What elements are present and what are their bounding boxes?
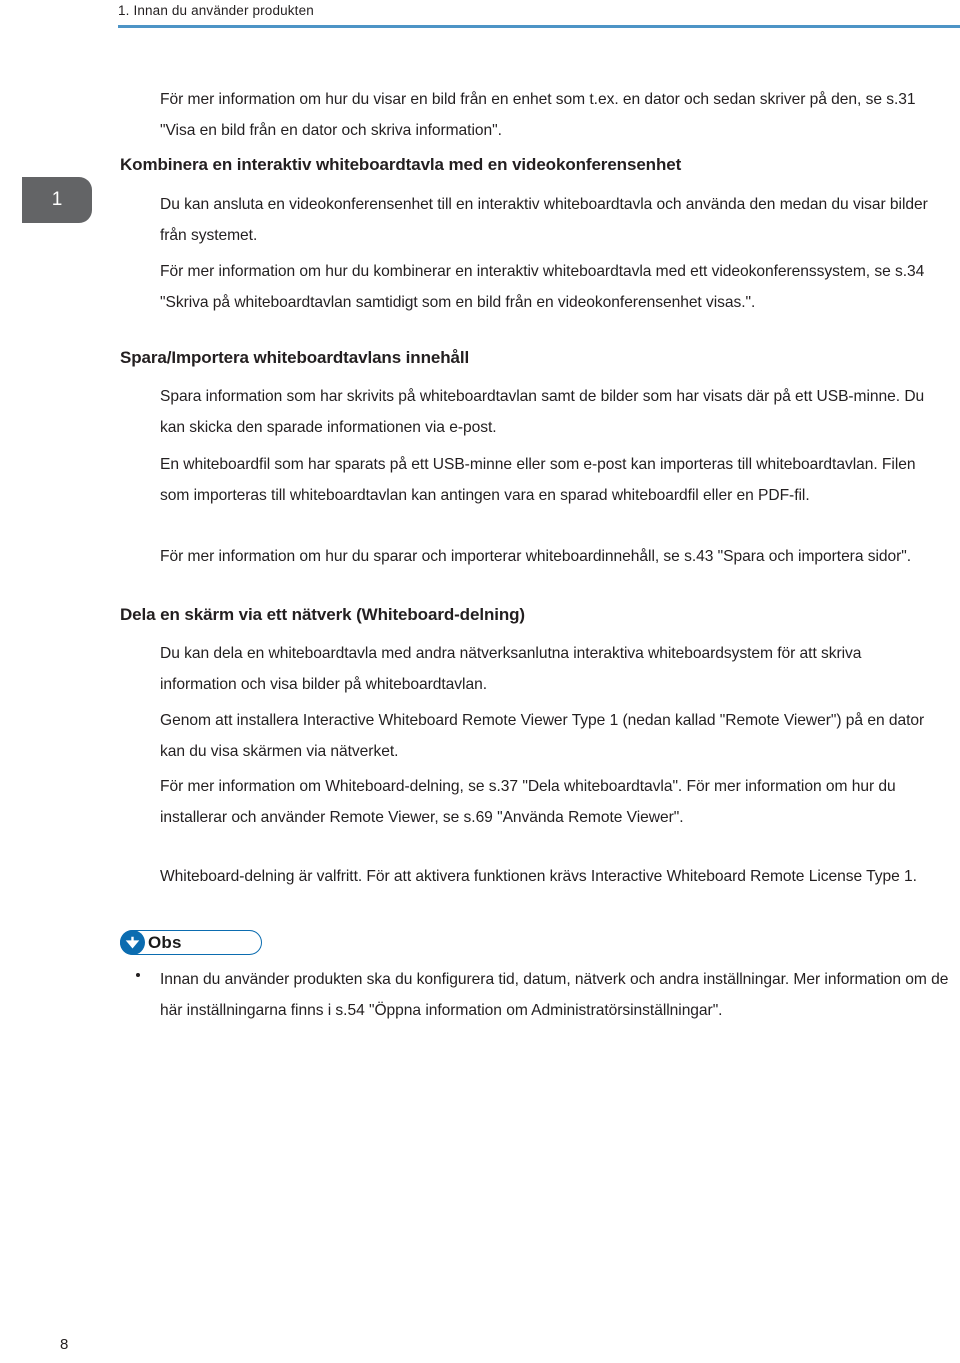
note-badge-obs: Obs (120, 930, 262, 955)
note-list-item-text: Innan du använder produkten ska du konfi… (160, 971, 949, 1019)
header-divider-rule (118, 25, 960, 28)
paragraph-share-1: Du kan dela en whiteboardtavla med andra… (160, 645, 862, 693)
paragraph-save-1: Spara information som har skrivits på wh… (160, 388, 925, 436)
note-list-item: Innan du använder produkten ska du konfi… (136, 965, 948, 1026)
heading-share-screen: Dela en skärm via ett nätverk (Whiteboar… (120, 605, 525, 624)
paragraph-intro: För mer information om hur du visar en b… (160, 91, 916, 139)
note-badge-label: Obs (148, 933, 182, 952)
running-header: 1. Innan du använder produkten (0, 0, 960, 34)
bullet-dot-icon (136, 973, 140, 977)
paragraph-combine-2: För mer information om hur du kombinerar… (160, 263, 925, 311)
paragraph-save-2: En whiteboardfil som har sparats på ett … (160, 456, 916, 504)
chapter-tab: 1 (22, 177, 92, 223)
chapter-tab-number: 1 (51, 189, 63, 210)
paragraph-share-3: För mer information om Whiteboard-delnin… (160, 778, 896, 826)
paragraph-combine-1: Du kan ansluta en videokonferensenhet ti… (160, 196, 928, 244)
heading-combine-videoconference: Kombinera en interaktiv whiteboardtavla … (120, 155, 682, 174)
paragraph-share-4: Whiteboard-delning är valfritt. För att … (160, 868, 917, 885)
paragraph-save-3: För mer information om hur du sparar och… (160, 548, 912, 565)
down-arrow-icon (120, 930, 145, 955)
running-header-title: 1. Innan du använder produkten (118, 3, 314, 18)
paragraph-share-2: Genom att installera Interactive Whitebo… (160, 712, 925, 760)
heading-save-import: Spara/Importera whiteboardtavlans innehå… (120, 348, 470, 367)
page-number: 8 (60, 1336, 69, 1353)
